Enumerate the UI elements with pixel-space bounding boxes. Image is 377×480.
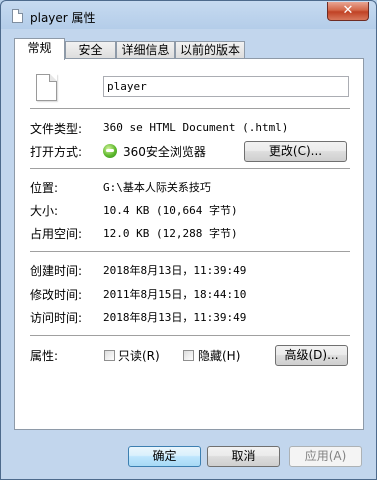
change-button[interactable]: 更改(C)... <box>244 141 347 162</box>
size-value: 10.4 KB (10,664 字节) <box>103 204 238 217</box>
window-title: player 属性 <box>30 11 96 25</box>
tab-details[interactable]: 详细信息 <box>116 41 175 59</box>
created-label: 创建时间: <box>30 264 83 278</box>
location-value: G:\基本人际关系技巧 <box>103 181 211 194</box>
file-type-label: 文件类型: <box>30 122 83 136</box>
location-label: 位置: <box>30 181 59 195</box>
separator <box>30 251 350 253</box>
close-button[interactable]: ✕ <box>327 2 369 21</box>
properties-dialog: player 属性 ✕ 常规 安全 详细信息 以前的版本 player 文件类型… <box>0 0 377 480</box>
browser-icon <box>103 144 117 158</box>
size-label: 大小: <box>30 204 59 218</box>
filename-field[interactable]: player <box>103 76 349 97</box>
tab-previous-versions[interactable]: 以前的版本 <box>175 41 245 59</box>
advanced-button[interactable]: 高级(D)... <box>275 345 348 366</box>
ok-button[interactable]: 确定 <box>128 446 201 467</box>
separator <box>30 168 350 170</box>
open-with-label: 打开方式: <box>30 145 83 159</box>
separator <box>30 335 350 337</box>
attributes-label: 属性: <box>30 349 59 363</box>
readonly-checkbox[interactable] <box>104 350 115 361</box>
cancel-button[interactable]: 取消 <box>207 446 280 467</box>
modified-label: 修改时间: <box>30 288 83 302</box>
readonly-label[interactable]: 只读(R) <box>118 347 160 364</box>
tab-security[interactable]: 安全 <box>65 41 116 59</box>
separator <box>30 108 350 110</box>
hidden-checkbox[interactable] <box>183 350 194 361</box>
title-bar[interactable]: player 属性 ✕ <box>1 1 376 31</box>
created-value: 2018年8月13日，11:39:49 <box>103 264 247 277</box>
accessed-label: 访问时间: <box>30 311 83 325</box>
size-on-disk-value: 12.0 KB (12,288 字节) <box>103 227 238 240</box>
size-on-disk-label: 占用空间: <box>30 227 83 241</box>
tab-general[interactable]: 常规 <box>14 38 65 60</box>
apply-button[interactable]: 应用(A) <box>289 446 362 467</box>
file-type-value: 360 se HTML Document (.html) <box>103 121 289 134</box>
open-with-value: 360安全浏览器 <box>123 145 206 159</box>
modified-value: 2011年8月15日，18:44:10 <box>103 288 247 301</box>
document-icon <box>36 74 57 101</box>
file-icon <box>12 9 23 23</box>
general-panel: player 文件类型: 360 se HTML Document (.html… <box>14 58 364 430</box>
hidden-label[interactable]: 隐藏(H) <box>198 347 240 364</box>
accessed-value: 2018年8月13日，11:39:49 <box>103 311 247 324</box>
